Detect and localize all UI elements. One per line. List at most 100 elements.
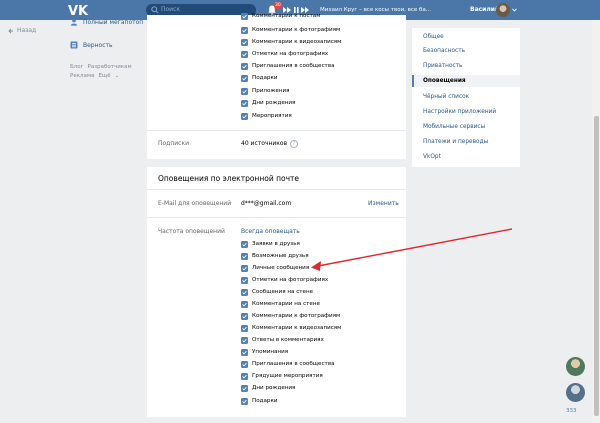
checkbox-row[interactable]: Заявки в друзья	[241, 239, 300, 249]
checkbox-row[interactable]: Ответы в комментариях	[241, 335, 324, 345]
checkbox-checked[interactable]	[241, 288, 248, 296]
email-section-title: Оповещения по электронной почте	[158, 174, 299, 183]
vk-logo-icon[interactable]: VK	[68, 3, 90, 17]
checkbox-checked[interactable]	[241, 324, 248, 332]
checkbox-checked[interactable]	[241, 384, 248, 392]
checkbox-checked[interactable]	[241, 348, 248, 356]
checkbox-label: Комментарии к фотографиям	[252, 27, 341, 33]
checkbox-row[interactable]: Дни рождения	[241, 98, 295, 108]
checkbox-label: Заявки в друзья	[252, 241, 300, 247]
now-playing-track[interactable]: Михаил Круг – все косы твои, все ба...	[320, 5, 431, 15]
checkbox-checked[interactable]	[241, 252, 248, 260]
checkbox-row[interactable]: Подарки	[241, 73, 278, 83]
checkbox-checked[interactable]	[241, 372, 248, 380]
notifications-badge: 30	[274, 2, 282, 9]
checkbox-checked[interactable]	[241, 50, 248, 58]
checkbox-checked[interactable]	[241, 336, 248, 344]
checkbox-label: Дни рождения	[252, 385, 296, 391]
footer-link-developers[interactable]: Разработчикам	[88, 64, 132, 70]
menu-item-payments[interactable]: Платежи и переводы	[412, 136, 520, 148]
checkbox-checked[interactable]	[241, 62, 248, 70]
checkbox-row[interactable]: Комментарии к фотографиям	[241, 25, 340, 35]
chat-avatar[interactable]	[566, 357, 585, 376]
checkbox-label: Дни рождения	[252, 100, 296, 106]
checkbox-row[interactable]: Комментарии к фотографиям	[241, 311, 340, 321]
subscriptions-value[interactable]: 40 источников	[241, 139, 287, 149]
footer-links: Блог Разработчикам Реклама Ещё ⌄	[70, 63, 150, 81]
menu-item-mobile[interactable]: Мобильные сервисы	[412, 121, 520, 133]
checkbox-checked[interactable]	[241, 87, 248, 95]
checkbox-row[interactable]: Отметки на фотографиях	[241, 49, 328, 59]
checkbox-checked[interactable]	[241, 12, 248, 20]
checkbox-checked[interactable]	[241, 38, 248, 46]
checkbox-label: Грядущие мероприятия	[252, 373, 323, 379]
checkbox-row[interactable]: Мероприятия	[241, 111, 292, 121]
checkbox-checked[interactable]	[241, 312, 248, 320]
checkbox-row[interactable]: Грядущие мероприятия	[241, 371, 323, 381]
arrow-left-icon	[8, 28, 13, 33]
checkbox-row[interactable]: Комментарии к постам	[241, 11, 320, 21]
footer-link-more[interactable]: Ещё	[98, 73, 110, 79]
checkbox-checked[interactable]	[241, 99, 248, 107]
checkbox-checked[interactable]	[241, 300, 248, 308]
checkbox-checked[interactable]	[241, 240, 248, 248]
checkbox-label: Личные сообщения	[252, 265, 310, 271]
checkbox-checked[interactable]	[241, 74, 248, 82]
frequency-select[interactable]: Всегда оповещать	[241, 227, 300, 237]
change-email-link[interactable]: Изменить	[368, 199, 399, 209]
checkbox-checked[interactable]	[241, 397, 248, 405]
checkbox-label: Мероприятия	[252, 113, 292, 119]
checkbox-label: Подарки	[252, 75, 278, 81]
checkbox-row[interactable]: Упоминания	[241, 347, 288, 357]
checkbox-row[interactable]: Комментарии на стене	[241, 299, 320, 309]
menu-item-notifications[interactable]: Оповещения	[412, 75, 520, 87]
menu-item-general[interactable]: Общее	[412, 31, 520, 43]
menu-item-security[interactable]: Безопасность	[412, 45, 520, 57]
checkbox-label: Приложения	[252, 88, 290, 94]
checkbox-row[interactable]: Подарки	[241, 396, 278, 406]
checkbox-row[interactable]: Дни рождения	[241, 383, 295, 393]
checkbox-row[interactable]: Приложения	[241, 86, 290, 96]
checkbox-row[interactable]: Сообщения на стене	[241, 287, 313, 297]
frequency-label: Частота оповещений	[158, 228, 225, 235]
checkbox-checked[interactable]	[241, 276, 248, 284]
email-value: d***@gmail.com	[241, 200, 292, 207]
chat-count[interactable]: 333	[566, 408, 577, 414]
checkbox-label: Комментарии к фотографиям	[252, 313, 341, 319]
chat-avatar[interactable]	[566, 383, 585, 402]
search-placeholder: Поиск	[161, 6, 181, 13]
user-avatar[interactable]	[496, 3, 510, 17]
checkbox-label: Возможные друзья	[252, 253, 309, 259]
user-name[interactable]: Василий	[470, 5, 499, 15]
chevron-down-icon[interactable]	[512, 8, 517, 12]
chevron-down-icon: ⌄	[114, 73, 120, 79]
checkbox-checked[interactable]	[241, 26, 248, 34]
checkbox-row[interactable]: Личные сообщения	[241, 263, 309, 273]
checkbox-row[interactable]: Приглашения в сообщества	[241, 359, 335, 369]
nav-item-label: Верность	[83, 41, 113, 49]
checkbox-checked[interactable]	[241, 112, 248, 120]
menu-item-vkopt[interactable]: VkOpt	[412, 151, 520, 163]
checkbox-label: Упоминания	[252, 349, 289, 355]
nav-item-group-2[interactable]: Верность	[70, 40, 113, 50]
help-icon[interactable]: ?	[290, 140, 298, 148]
menu-item-privacy[interactable]: Приватность	[412, 60, 520, 72]
scrollbar-thumb[interactable]	[594, 116, 599, 416]
menu-item-app-settings[interactable]: Настройки приложений	[412, 106, 520, 118]
checkbox-row[interactable]: Возможные друзья	[241, 251, 309, 261]
checkbox-label: Ответы в комментариях	[252, 337, 324, 343]
checkbox-checked[interactable]	[241, 264, 248, 272]
checkbox-row[interactable]: Комментарии к видеозаписям	[241, 323, 341, 333]
checkbox-checked[interactable]	[241, 360, 248, 368]
checkbox-row[interactable]: Отметки на фотографиях	[241, 275, 328, 285]
back-link[interactable]: Назад	[8, 27, 36, 34]
checkbox-row[interactable]: Приглашения в сообщества	[241, 61, 335, 71]
divider	[147, 189, 406, 190]
menu-item-blacklist[interactable]: Чёрный список	[412, 91, 520, 103]
footer-link-ads[interactable]: Реклама	[70, 73, 94, 79]
footer-link-blog[interactable]: Блог	[70, 64, 84, 70]
nav-item-group-1[interactable]: Полный мегапотоп	[70, 17, 143, 27]
checkbox-row[interactable]: Комментарии к видеозаписям	[241, 37, 341, 47]
divider	[147, 130, 406, 131]
back-label: Назад	[17, 27, 37, 34]
